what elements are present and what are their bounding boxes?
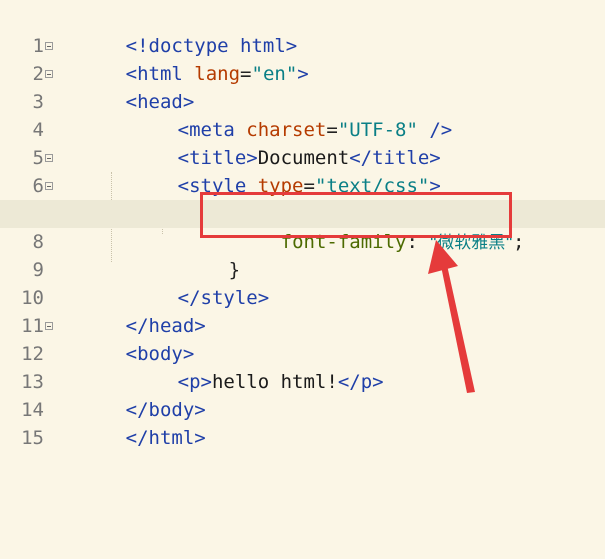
code-editor[interactable]: 1 <!doctype html> 2 <html lang="en"> 3 <… — [0, 0, 605, 559]
annotation-arrow-icon — [428, 240, 475, 393]
